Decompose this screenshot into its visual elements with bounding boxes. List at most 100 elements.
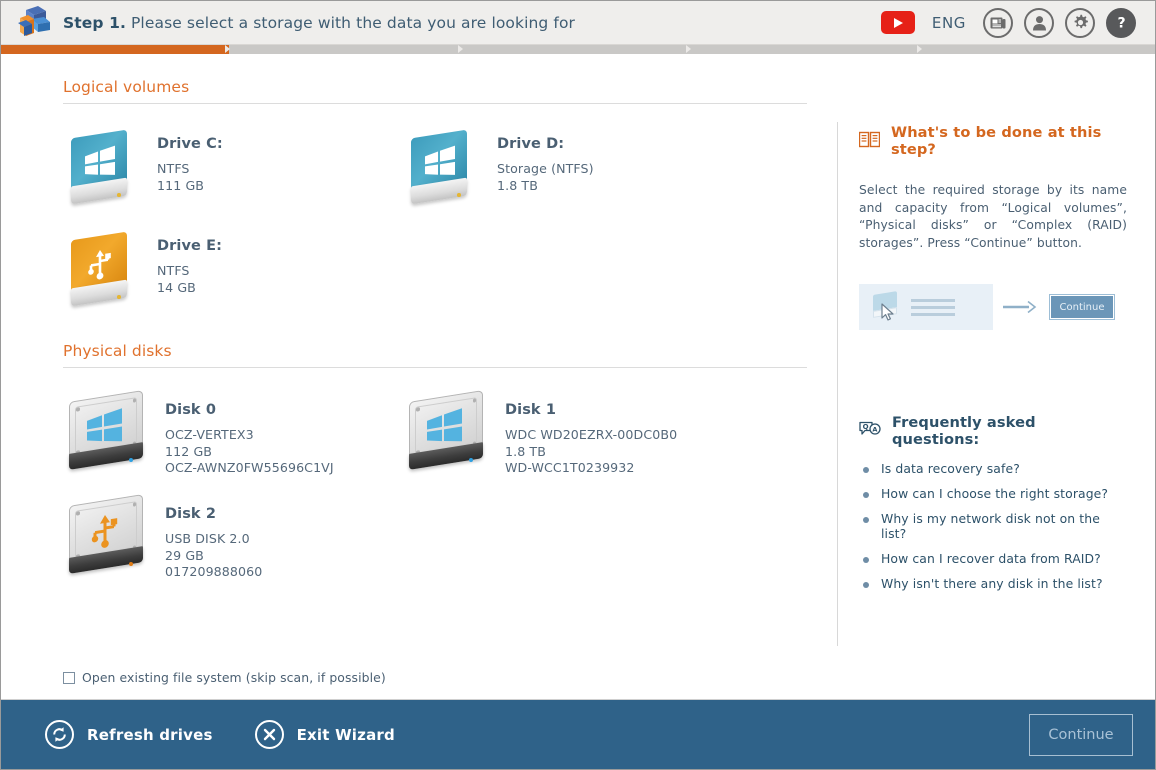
volume-info: Drive E: NTFS 14 GB xyxy=(147,228,222,296)
disk-serial: WD-WCC1T0239932 xyxy=(505,460,635,475)
volume-filesystem: NTFS xyxy=(157,161,190,176)
disk-serial: OCZ-AWNZ0FW55696C1VJ xyxy=(165,460,334,475)
faq-link[interactable]: Why is my network disk not on the list? xyxy=(881,511,1127,541)
faq-item[interactable]: Is data recovery safe? xyxy=(863,461,1127,476)
faq-title-text: Frequently asked questions: xyxy=(892,414,1036,448)
faq-link[interactable]: How can I choose the right storage? xyxy=(881,486,1108,501)
help-text: Select the required storage by its name … xyxy=(859,183,1127,250)
disk-info: Disk 0 OCZ-VERTEX3 112 GB OCZ-AWNZ0FW556… xyxy=(157,390,334,477)
volume-item-drive-d[interactable]: Drive D: Storage (NTFS) 1.8 TB xyxy=(385,116,725,218)
disk-name: Disk 2 xyxy=(165,506,217,522)
faq-item[interactable]: How can I recover data from RAID? xyxy=(863,551,1127,566)
faq-link[interactable]: How can I recover data from RAID? xyxy=(881,551,1101,566)
disk-name: Disk 0 xyxy=(165,402,217,418)
help-title-text: What's to be done at this step? xyxy=(891,124,1102,158)
refresh-drives-label: Refresh drives xyxy=(87,725,213,744)
svg-text:Q: Q xyxy=(863,423,869,431)
faq-item[interactable]: How can I choose the right storage? xyxy=(863,486,1127,501)
volume-size: 14 GB xyxy=(157,279,196,295)
disk-size: 112 GB xyxy=(165,443,213,459)
illustration-select-storage xyxy=(859,284,993,330)
user-icon[interactable] xyxy=(1024,7,1054,38)
refresh-drives-button[interactable]: Refresh drives xyxy=(45,720,213,749)
windows-hdd-icon xyxy=(61,390,157,478)
disk-size: 1.8 TB xyxy=(505,443,546,459)
bullet-icon xyxy=(863,467,869,473)
disk-item-disk-2[interactable]: Disk 2 USB DISK 2.0 29 GB 017209888060 xyxy=(45,484,385,588)
exit-wizard-label: Exit Wizard xyxy=(296,725,395,744)
checkbox-label: Open existing file system (skip scan, if… xyxy=(82,670,386,685)
physical-disks-grid: Disk 0 OCZ-VERTEX3 112 GB OCZ-AWNZ0FW556… xyxy=(1,368,837,588)
news-icon[interactable] xyxy=(983,7,1013,38)
application-window: Step 1. Please select a storage with the… xyxy=(0,0,1156,770)
bullet-icon xyxy=(863,582,869,588)
app-logo xyxy=(1,5,63,41)
help-icon[interactable]: ? xyxy=(1106,7,1136,38)
progress-bar xyxy=(1,45,1155,54)
bullet-icon xyxy=(863,492,869,498)
disk-serial: 017209888060 xyxy=(165,564,263,579)
help-section-title: What's to be done at this step? xyxy=(858,124,1127,158)
windows-volume-icon xyxy=(401,126,487,212)
volume-info: Drive C: NTFS 111 GB xyxy=(147,126,223,194)
header-actions: ENG ? xyxy=(880,7,1155,38)
step-title: Step 1. Please select a storage with the… xyxy=(63,14,575,32)
footer-bar: Refresh drives Exit Wizard Continue xyxy=(1,699,1155,769)
disk-item-disk-0[interactable]: Disk 0 OCZ-VERTEX3 112 GB OCZ-AWNZ0FW556… xyxy=(45,380,385,484)
disk-name: Disk 1 xyxy=(505,402,557,418)
arrow-right-icon xyxy=(993,300,1049,314)
checkbox-box[interactable] xyxy=(63,671,75,684)
volume-size: 1.8 TB xyxy=(497,177,538,193)
question-answer-icon: Q A xyxy=(859,421,881,441)
disk-model: OCZ-VERTEX3 xyxy=(165,427,254,442)
illustration-lines xyxy=(911,298,955,316)
usb-volume-icon xyxy=(61,228,147,314)
usb-hdd-icon xyxy=(61,494,157,582)
language-selector[interactable]: ENG xyxy=(926,14,972,32)
physical-disks-heading: Physical disks xyxy=(63,320,807,368)
progress-segment-2 xyxy=(224,45,463,54)
progress-segment-1 xyxy=(1,45,229,54)
disk-item-disk-1[interactable]: Disk 1 WDC WD20EZRX-00DC0B0 1.8 TB WD-WC… xyxy=(385,380,725,484)
faq-section-title: Q A Frequently asked questions: xyxy=(859,414,1127,448)
logical-volumes-heading: Logical volumes xyxy=(63,54,807,104)
youtube-button[interactable] xyxy=(880,11,915,34)
disk-info: Disk 1 WDC WD20EZRX-00DC0B0 1.8 TB WD-WC… xyxy=(497,390,677,477)
volume-item-drive-c[interactable]: Drive C: NTFS 111 GB xyxy=(45,116,385,218)
svg-text:A: A xyxy=(872,426,877,434)
logical-volumes-grid: Drive C: NTFS 111 GB Drive D: Storage (N… xyxy=(1,104,837,320)
volume-item-drive-e[interactable]: Drive E: NTFS 14 GB xyxy=(45,218,385,320)
close-icon xyxy=(254,720,284,749)
step-description: Please select a storage with the data yo… xyxy=(130,13,575,32)
play-icon xyxy=(894,17,904,28)
open-existing-fs-checkbox[interactable]: Open existing file system (skip scan, if… xyxy=(63,670,386,685)
step-number: Step 1. xyxy=(63,13,126,32)
volume-info: Drive D: Storage (NTFS) 1.8 TB xyxy=(487,126,594,194)
book-icon xyxy=(858,131,881,152)
refresh-icon xyxy=(45,720,74,749)
faq-link[interactable]: Why isn't there any disk in the list? xyxy=(881,576,1103,591)
faq-link[interactable]: Is data recovery safe? xyxy=(881,461,1020,476)
progress-segment-3 xyxy=(458,45,690,54)
continue-button[interactable]: Continue xyxy=(1029,713,1133,756)
svg-text:?: ? xyxy=(1117,16,1125,32)
mini-drive-icon xyxy=(873,291,899,321)
windows-hdd-icon xyxy=(401,390,497,478)
header-bar: Step 1. Please select a storage with the… xyxy=(1,1,1155,45)
gear-icon[interactable] xyxy=(1065,7,1095,38)
exit-wizard-button[interactable]: Exit Wizard xyxy=(254,720,395,749)
faq-item[interactable]: Why is my network disk not on the list? xyxy=(863,511,1127,541)
disk-size: 29 GB xyxy=(165,547,204,563)
volume-size: 111 GB xyxy=(157,177,205,193)
faq-item[interactable]: Why isn't there any disk in the list? xyxy=(863,576,1127,591)
content-area: Logical volumes Drive C: NTFS 111 GB Dri… xyxy=(1,54,1155,699)
volume-name: Drive E: xyxy=(157,238,222,254)
help-sidebar: What's to be done at this step? Select t… xyxy=(837,54,1155,699)
help-illustration: Continue xyxy=(859,284,1127,330)
disk-info: Disk 2 USB DISK 2.0 29 GB 017209888060 xyxy=(157,494,262,581)
illustration-continue-button: Continue xyxy=(1049,294,1115,320)
faq-list: Is data recovery safe? How can I choose … xyxy=(859,461,1127,591)
volume-filesystem: NTFS xyxy=(157,263,190,278)
storage-list-panel: Logical volumes Drive C: NTFS 111 GB Dri… xyxy=(1,54,837,699)
bullet-icon xyxy=(863,557,869,563)
